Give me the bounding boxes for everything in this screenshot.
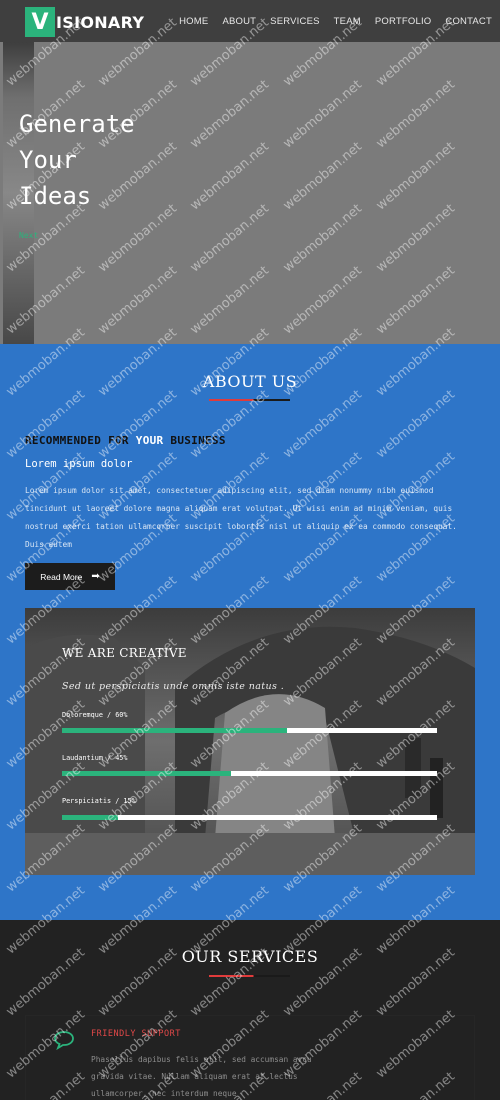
hero-title: Generate Your Ideas [19,110,135,210]
read-more-button[interactable]: Read More ➡ [25,563,115,590]
logo-mark: V [25,7,55,37]
logo-text: ISIONARY [56,12,145,32]
about-title: ABOUT US [202,372,298,391]
skill-bar [62,728,437,733]
nav-home[interactable]: HOME [179,16,208,27]
chat-bubble-icon [54,1031,74,1050]
service-title: FRIENDLY SUPPORT [91,1029,181,1039]
about-subheading: Lorem ipsum dolor [25,458,133,470]
services-title: OUR SERVICES [181,947,319,966]
nav-services[interactable]: SERVICES [270,16,319,27]
creative-subtitle: Sed ut perspiciatis unde omnis iste natu… [62,681,285,692]
skill-bar-fill [62,815,119,820]
about-paragraph: Lorem ipsum dolor sit amet, consectetuer… [25,486,457,549]
top-navbar: V ISIONARY HOME ABOUT SERVICES TEAM PORT… [0,0,500,42]
skill-bar-fill [62,728,287,733]
hero-banner: Generate Your Ideas Next [0,34,500,352]
about-heading-highlight: YOUR [135,434,164,447]
hero-next-link[interactable]: Next [19,231,38,240]
about-title-underline [209,399,290,401]
about-heading-prefix: RECOMMENDED FOR [25,434,136,447]
skill-label: Perspiciatis / 15% [62,797,136,805]
creative-skills-panel: WE ARE CREATIVE Sed ut perspiciatis unde… [25,608,475,875]
site-logo[interactable]: V ISIONARY [25,7,144,37]
about-heading: RECOMMENDED FOR YOUR BUSINESS [25,434,226,447]
skill-label: Doloremque / 60% [62,711,128,719]
service-card: FRIENDLY SUPPORT Phasellus dapibus felis… [25,1015,475,1100]
skill-label: Laudantium / 45% [62,754,128,762]
skill-bar [62,771,437,776]
read-more-label: Read More [40,571,83,582]
services-title-underline [209,975,290,977]
skill-bar-fill [62,771,231,776]
main-menu: HOME ABOUT SERVICES TEAM PORTFOLIO CONTA… [179,0,500,42]
nav-contact[interactable]: CONTACT [445,16,492,27]
services-section: OUR SERVICES FRIENDLY SUPPORT Phasellus … [0,920,500,1100]
nav-team[interactable]: TEAM [334,16,361,27]
nav-about[interactable]: ABOUT [222,16,256,27]
about-heading-suffix: BUSINESS [163,434,226,447]
about-section: ABOUT US RECOMMENDED FOR YOUR BUSINESS L… [0,344,500,920]
arrow-right-icon: ➡ [91,571,100,582]
creative-title: WE ARE CREATIVE [62,646,187,660]
nav-portfolio[interactable]: PORTFOLIO [375,16,432,27]
skill-bar [62,815,437,820]
service-text: Phasellus dapibus felis elit, sed accums… [91,1055,312,1098]
